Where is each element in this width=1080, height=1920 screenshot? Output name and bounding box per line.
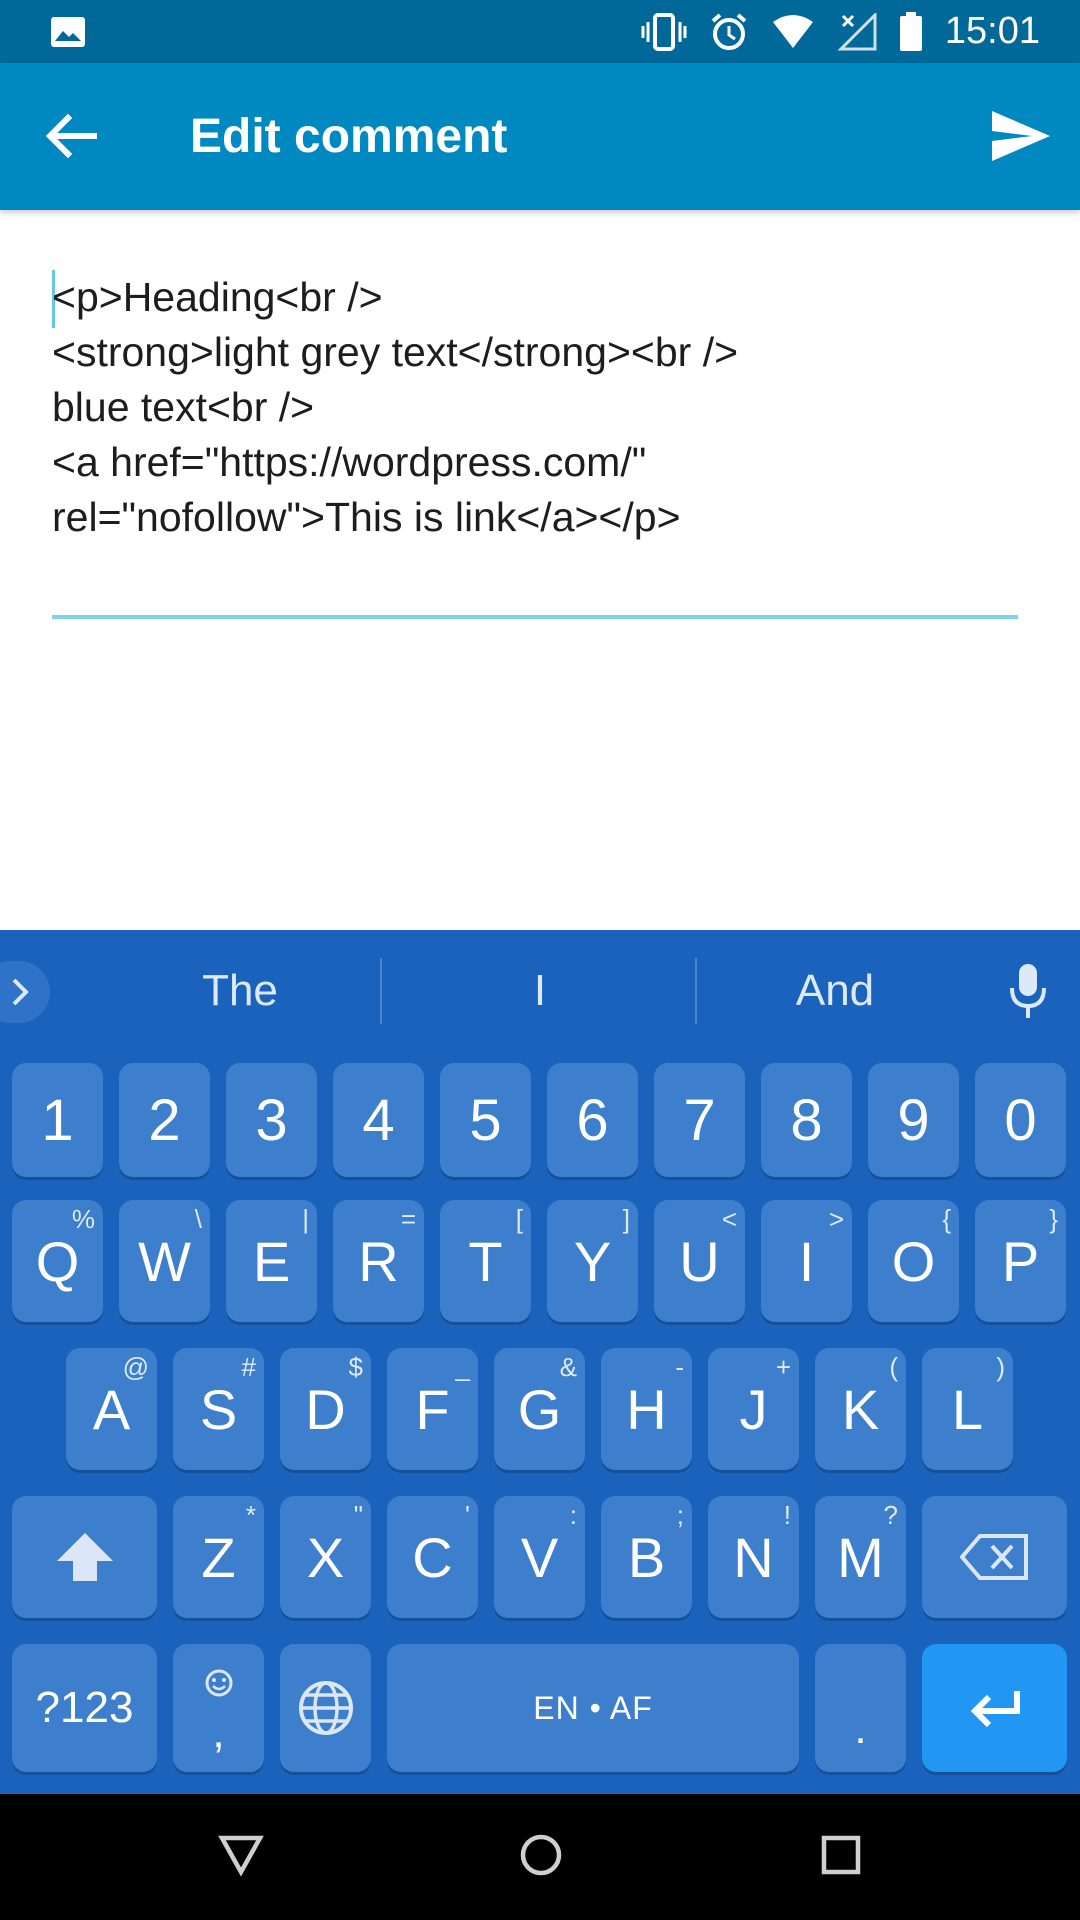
vibrate-icon	[641, 12, 687, 52]
key-j[interactable]: J +	[708, 1348, 799, 1470]
key-0[interactable]: 0	[975, 1063, 1066, 1177]
key-d[interactable]: D $	[280, 1348, 371, 1470]
suggestion-divider	[380, 958, 382, 1024]
symbols-key[interactable]: ?123	[12, 1644, 157, 1772]
soft-keyboard: The I And 1 2 3 4 5 6 7 8 9 0 Q% W \ E | R…	[0, 930, 1080, 1794]
language-key[interactable]	[280, 1644, 371, 1772]
period-key[interactable]: .	[815, 1644, 906, 1772]
key-4[interactable]: 4	[333, 1063, 424, 1177]
key-g[interactable]: G &	[494, 1348, 585, 1470]
key-n[interactable]: N!	[708, 1496, 799, 1618]
shift-icon	[12, 1496, 157, 1618]
key-t[interactable]: T[	[440, 1200, 531, 1322]
suggestion-3[interactable]: And	[690, 960, 980, 1022]
key-r[interactable]: R =	[333, 1200, 424, 1322]
key-l[interactable]: L)	[922, 1348, 1013, 1470]
key-6[interactable]: 6	[547, 1063, 638, 1177]
enter-icon	[922, 1644, 1067, 1772]
app-bar: Edit comment	[0, 63, 1080, 210]
key-k[interactable]: K(	[815, 1348, 906, 1470]
clock: 15:01	[944, 10, 1040, 52]
key-a[interactable]: A @	[66, 1348, 157, 1470]
status-bar: 15:01	[0, 0, 1080, 63]
backspace-key[interactable]	[922, 1496, 1067, 1618]
key-9[interactable]: 9	[868, 1063, 959, 1177]
home-circle-icon[interactable]	[518, 1832, 564, 1883]
shift-key[interactable]	[12, 1496, 157, 1618]
key-h[interactable]: H-	[601, 1348, 692, 1470]
key-u[interactable]: U <	[654, 1200, 745, 1322]
comma-key[interactable]: ,	[173, 1644, 264, 1772]
status-icons: 15:01	[641, 0, 1040, 63]
enter-key[interactable]	[922, 1644, 1067, 1772]
key-p[interactable]: P}	[975, 1200, 1066, 1322]
key-v[interactable]: V:	[494, 1496, 585, 1618]
globe-icon	[280, 1644, 371, 1772]
suggestion-1[interactable]: The	[90, 960, 390, 1022]
key-b[interactable]: B;	[601, 1496, 692, 1618]
key-s[interactable]: S #	[173, 1348, 264, 1470]
key-2[interactable]: 2	[119, 1063, 210, 1177]
key-o[interactable]: O{	[868, 1200, 959, 1322]
key-y[interactable]: Y]	[547, 1200, 638, 1322]
page-title: Edit comment	[190, 110, 508, 163]
key-w[interactable]: W \	[119, 1200, 210, 1322]
key-1[interactable]: 1	[12, 1063, 103, 1177]
no-signal-icon	[837, 12, 877, 51]
key-z[interactable]: Z *	[173, 1496, 264, 1618]
comment-text[interactable]: <p>Heading<br /> <strong>light grey text…	[52, 270, 1018, 545]
suggestion-strip: The I And	[0, 930, 1080, 1052]
key-q[interactable]: Q%	[12, 1200, 103, 1322]
key-7[interactable]: 7	[654, 1063, 745, 1177]
send-icon[interactable]	[992, 111, 1050, 161]
alarm-icon	[709, 12, 749, 52]
backspace-icon	[922, 1496, 1067, 1618]
recents-square-icon[interactable]	[818, 1832, 864, 1883]
key-8[interactable]: 8	[761, 1063, 852, 1177]
arrow-back-icon[interactable]	[44, 113, 98, 159]
key-e[interactable]: E |	[226, 1200, 317, 1322]
key-f[interactable]: F _	[387, 1348, 478, 1470]
comment-editor[interactable]: <p>Heading<br /> <strong>light grey text…	[52, 270, 1018, 619]
image-icon	[50, 16, 86, 48]
key-c[interactable]: C '	[387, 1496, 478, 1618]
navigation-bar	[0, 1794, 1080, 1920]
space-key[interactable]: EN • AF	[387, 1644, 799, 1772]
wifi-icon	[771, 14, 815, 50]
microphone-icon[interactable]	[1008, 962, 1048, 1020]
key-3[interactable]: 3	[226, 1063, 317, 1177]
expand-toolbar-button[interactable]	[0, 961, 50, 1023]
emoji-icon	[204, 1668, 234, 1703]
back-triangle-icon[interactable]	[218, 1832, 264, 1883]
battery-icon	[899, 11, 923, 52]
key-5[interactable]: 5	[440, 1063, 531, 1177]
key-m[interactable]: M?	[815, 1496, 906, 1618]
suggestion-2[interactable]: I	[390, 960, 690, 1022]
key-x[interactable]: X "	[280, 1496, 371, 1618]
key-i[interactable]: I >	[761, 1200, 852, 1322]
